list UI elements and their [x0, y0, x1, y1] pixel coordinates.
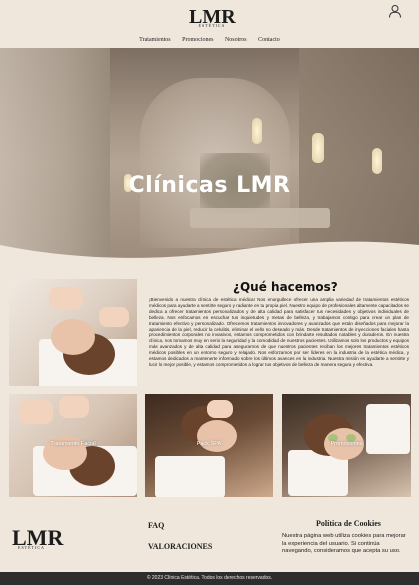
cookie-policy-text: Nuestra página web utiliza cookies para …: [282, 533, 406, 555]
user-icon[interactable]: [388, 4, 402, 18]
hero-title: Clínicas LMR: [128, 173, 291, 198]
nav-item-tratamientos[interactable]: Tratamientos: [139, 37, 170, 43]
card-label: Promociones: [330, 441, 363, 447]
hero-wave-divider: [0, 241, 419, 258]
hero-lamp: [312, 133, 324, 163]
hand: [19, 400, 53, 424]
card-label: Pack SPA: [196, 441, 222, 447]
nav-item-contacto[interactable]: Contacto: [258, 37, 280, 43]
brand-logo[interactable]: LMR ESTÉTICA: [189, 7, 236, 30]
site-footer: LMR ESTÉTICA FAQ VALORACIONES Política d…: [0, 509, 419, 572]
face: [51, 319, 95, 355]
hand: [59, 396, 89, 418]
hero-lamp: [252, 118, 262, 144]
footer-logo[interactable]: LMR ESTÉTICA: [12, 527, 63, 554]
card-label: Tratamiento Facial: [50, 441, 96, 447]
hero-lamp: [372, 148, 382, 174]
main-nav: Tratamientos Promociones Nosotros Contac…: [0, 37, 419, 43]
hero-wall-left: [0, 48, 110, 258]
hero-bed: [190, 208, 330, 228]
cookie-policy-title[interactable]: Política de Cookies: [316, 519, 381, 528]
face: [197, 420, 237, 452]
hand: [49, 287, 83, 309]
hero-banner: Clínicas LMR: [0, 48, 419, 258]
card-promociones[interactable]: Promociones: [282, 394, 411, 497]
nav-item-promociones[interactable]: Promociones: [182, 37, 213, 43]
copyright-text: © 2023 Clínica Estética. Todos los derec…: [146, 575, 273, 581]
about-title: ¿Qué hacemos?: [233, 280, 338, 294]
towel: [155, 456, 225, 497]
card-pack-spa[interactable]: Pack SPA: [145, 394, 273, 497]
copyright-bar: © 2023 Clínica Estética. Todos los derec…: [0, 572, 419, 585]
hand: [99, 307, 129, 327]
about-description: ¡Bienvenido a nuestra clínica de estétic…: [149, 297, 409, 367]
nav-item-nosotros[interactable]: Nosotros: [225, 37, 247, 43]
footer-link-faq[interactable]: FAQ: [148, 521, 164, 530]
footer-link-valoraciones[interactable]: VALORACIONES: [148, 542, 212, 551]
hand: [207, 400, 233, 418]
site-header: LMR ESTÉTICA Tratamientos Promociones No…: [0, 0, 419, 48]
about-image: [9, 279, 137, 386]
card-tratamiento-facial[interactable]: Tratamiento Facial: [9, 394, 137, 497]
